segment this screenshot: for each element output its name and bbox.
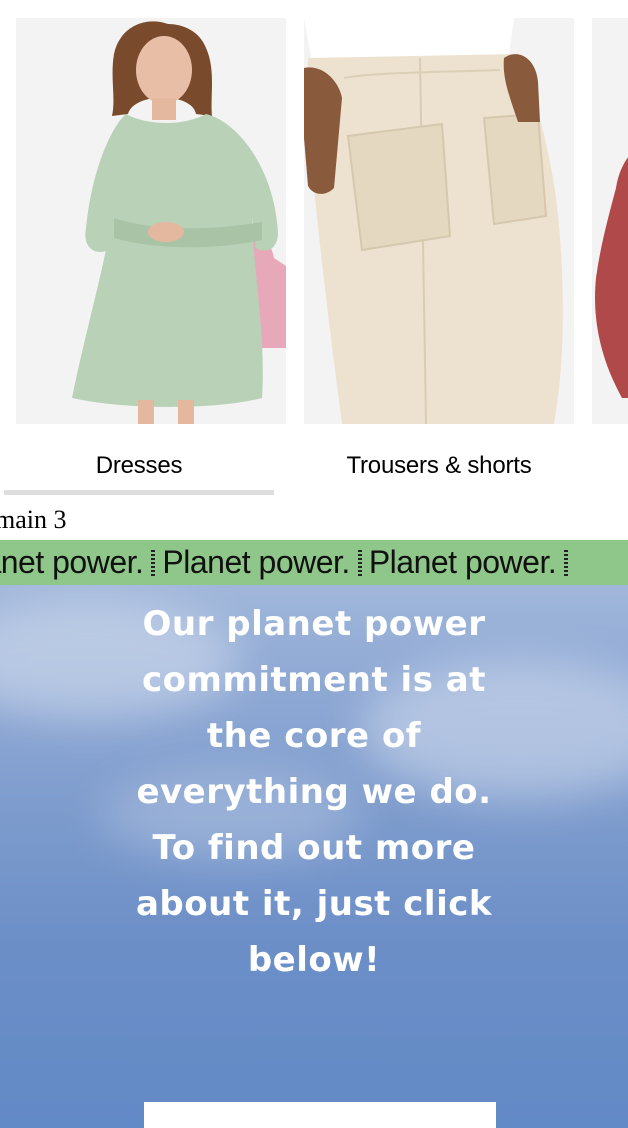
planet-power-banner: Planet power. Planet power. Planet power… [0,540,628,1128]
planet-power-ticker: Planet power. Planet power. Planet power… [0,540,628,585]
partial-product-image[interactable] [592,18,628,424]
banner-cta-button[interactable] [144,1102,496,1128]
category-card-trousers-shorts[interactable]: Trousers & shorts [304,18,574,479]
carousel-scroll-indicator[interactable] [4,490,274,495]
category-card-partial[interactable] [592,18,628,424]
dresses-product-image[interactable] [16,18,286,424]
ticker-item: Planet power. [162,540,368,585]
ticker-item: Planet power. [0,540,162,585]
trousers-product-image[interactable] [304,18,574,424]
category-label-trousers-shorts[interactable]: Trousers & shorts [304,450,574,482]
banner-headline: Our planet power commitment is at the co… [135,604,492,980]
category-carousel: Dresses Trousers & shorts [0,0,628,500]
category-card-dresses[interactable]: Dresses [16,18,286,479]
ticker-item: Planet power. [369,540,575,585]
category-label-dresses[interactable]: Dresses [4,450,274,482]
section-label: main 3 [0,505,67,534]
